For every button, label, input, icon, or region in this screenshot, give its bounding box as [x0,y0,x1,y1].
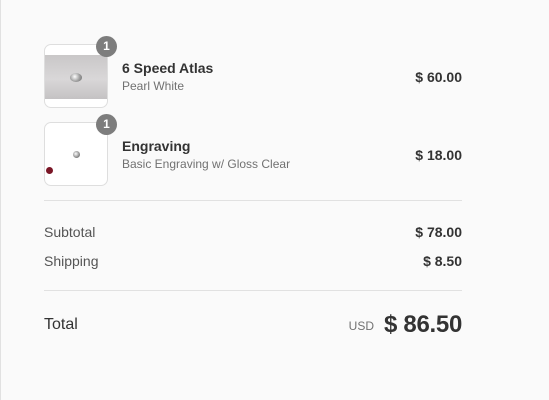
quantity-badge: 1 [96,114,117,135]
total-amount: USD $ 86.50 [348,311,463,339]
product-variant: Pearl White [122,79,185,93]
product-price: $ 18.00 [415,147,462,163]
product-name: 6 Speed Atlas [122,60,214,76]
shipping-row: Shipping $ 8.50 [44,252,462,270]
total-label: Total [44,316,78,333]
product-info: 6 Speed Atlas Pearl White [122,59,372,94]
product-info: Engraving Basic Engraving w/ Gloss Clear [122,137,372,172]
total-value: $ 86.50 [384,311,462,338]
quantity-badge: 1 [96,36,117,57]
currency-code: USD [348,319,375,333]
order-summary: 1 6 Speed Atlas Pearl White $ 60.00 1 En… [44,36,462,339]
shipping-label: Shipping [44,253,99,269]
ring-image [70,73,82,82]
logo-mark-icon [46,167,53,174]
cost-breakdown: Subtotal $ 78.00 Shipping $ 8.50 [44,201,462,290]
divider [44,290,462,291]
product-row: 1 Engraving Basic Engraving w/ Gloss Cle… [44,114,462,186]
subtotal-label: Subtotal [44,224,96,240]
total-row: Total USD $ 86.50 [44,311,462,339]
product-name: Engraving [122,138,191,154]
subtotal-value: $ 78.00 [415,224,462,240]
product-row: 1 6 Speed Atlas Pearl White $ 60.00 [44,36,462,108]
shipping-value: $ 8.50 [423,253,462,269]
product-price: $ 60.00 [415,69,462,85]
panel-left-border [0,0,1,400]
subtotal-row: Subtotal $ 78.00 [44,223,462,241]
product-variant: Basic Engraving w/ Gloss Clear [122,157,291,171]
engraving-image [73,151,80,158]
